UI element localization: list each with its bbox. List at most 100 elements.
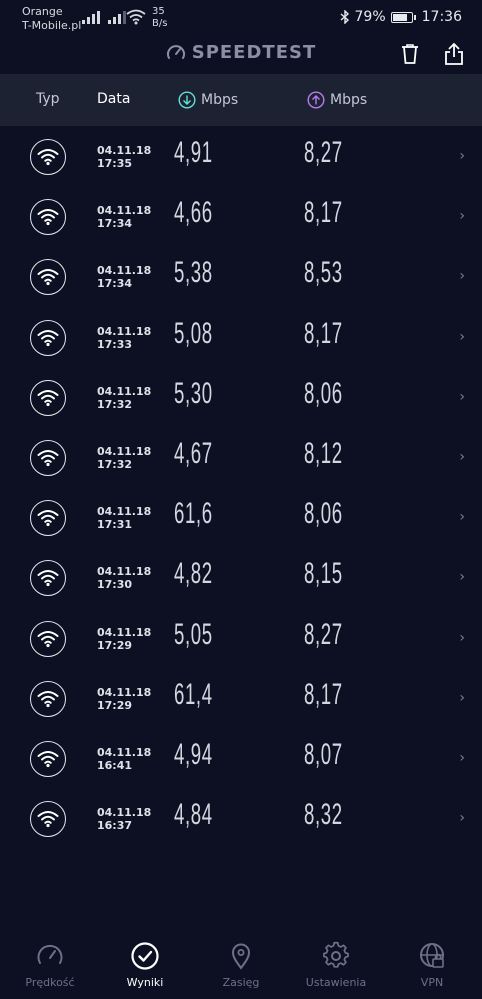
nav-results[interactable]: Wyniki xyxy=(97,940,193,989)
result-time: 17:34 xyxy=(97,217,133,231)
wifi-icon xyxy=(30,139,66,175)
column-download-label: Mbps xyxy=(201,92,239,108)
nav-settings[interactable]: Ustawienia xyxy=(288,940,384,989)
result-datetime: 04.11.18 17:29 xyxy=(97,626,151,652)
result-time: 17:33 xyxy=(97,337,133,351)
download-value: 4,82 xyxy=(174,557,213,591)
result-time: 17:29 xyxy=(97,638,133,652)
wifi-icon xyxy=(30,740,66,777)
wifi-icon xyxy=(30,379,66,416)
app-title-text: SPEEDTEST xyxy=(191,42,317,63)
bluetooth-icon xyxy=(340,10,349,24)
upload-value: 8,15 xyxy=(304,557,343,591)
wifi-status-icon xyxy=(126,9,146,25)
gear-icon xyxy=(323,941,349,968)
result-row[interactable]: 04.11.18 17:35 4,91 8,27 › xyxy=(0,126,482,186)
download-value: 4,66 xyxy=(174,196,213,230)
battery-percent: 79% xyxy=(354,9,386,25)
speedometer-icon xyxy=(37,944,63,964)
result-datetime: 04.11.18 16:41 xyxy=(97,746,151,772)
upload-value: 8,53 xyxy=(304,256,343,290)
network-speed-indicator: 35 B/s xyxy=(152,6,167,30)
wifi-icon xyxy=(30,319,66,356)
result-row[interactable]: 04.11.18 17:34 5,38 8,53 › xyxy=(0,246,482,306)
wifi-icon xyxy=(30,259,66,296)
result-datetime: 04.11.18 17:34 xyxy=(97,264,151,290)
upload-value: 8,17 xyxy=(304,316,343,350)
nav-coverage-label: Zasięg xyxy=(222,976,260,989)
wifi-icon xyxy=(30,199,66,236)
nav-coverage[interactable]: Zasięg xyxy=(193,940,289,989)
nav-settings-label: Ustawienia xyxy=(305,976,367,989)
share-icon[interactable] xyxy=(442,42,466,66)
chevron-right-icon: › xyxy=(459,629,465,646)
result-date: 04.11.18 xyxy=(97,384,152,398)
result-row[interactable]: 04.11.18 17:32 4,67 8,12 › xyxy=(0,427,482,487)
checkmark-circle-icon xyxy=(131,942,159,970)
chevron-right-icon: › xyxy=(459,208,465,225)
download-value: 4,67 xyxy=(174,436,213,470)
result-date: 04.11.18 xyxy=(97,745,152,759)
result-row[interactable]: 04.11.18 17:34 4,66 8,17 › xyxy=(0,186,482,246)
nav-vpn-label: VPN xyxy=(420,976,444,989)
column-date[interactable]: Data xyxy=(97,91,130,107)
result-row[interactable]: 04.11.18 17:31 61,6 8,06 › xyxy=(0,487,482,547)
result-time: 17:31 xyxy=(97,518,133,532)
column-upload[interactable]: Mbps xyxy=(307,91,367,109)
speedometer-logo-icon xyxy=(166,44,185,59)
result-time: 17:30 xyxy=(97,578,133,592)
nav-speed[interactable]: Prędkość xyxy=(2,940,98,989)
download-value: 4,94 xyxy=(174,737,213,771)
result-date: 04.11.18 xyxy=(97,144,152,157)
result-row[interactable]: 04.11.18 17:32 5,30 8,06 › xyxy=(0,367,482,427)
signal-2-icon xyxy=(108,10,126,24)
result-time: 17:32 xyxy=(97,457,133,471)
wifi-icon xyxy=(30,560,66,597)
result-row[interactable]: 04.11.18 17:29 5,05 8,27 › xyxy=(0,608,482,668)
column-type[interactable]: Typ xyxy=(36,91,60,107)
wifi-icon xyxy=(30,439,66,476)
result-datetime: 04.11.18 17:31 xyxy=(97,505,151,531)
result-date: 04.11.18 xyxy=(97,444,152,458)
column-type-label: Typ xyxy=(36,91,60,107)
result-datetime: 04.11.18 17:32 xyxy=(97,385,151,411)
chevron-right-icon: › xyxy=(459,328,465,345)
result-row[interactable]: 04.11.18 17:29 61,4 8,17 › xyxy=(0,668,482,728)
globe-lock-icon xyxy=(420,943,444,968)
upload-value: 8,27 xyxy=(304,136,343,169)
chevron-right-icon: › xyxy=(459,509,465,526)
result-date: 04.11.18 xyxy=(97,324,152,338)
result-time: 16:37 xyxy=(97,819,133,833)
nav-vpn[interactable]: VPN xyxy=(384,940,480,989)
result-row[interactable]: 04.11.18 17:30 4,82 8,15 › xyxy=(0,547,482,607)
chevron-right-icon: › xyxy=(459,268,465,285)
trash-icon[interactable] xyxy=(398,42,422,66)
chevron-right-icon: › xyxy=(459,148,465,164)
nav-results-label: Wyniki xyxy=(126,976,164,989)
upload-value: 8,17 xyxy=(304,196,343,230)
chevron-right-icon: › xyxy=(459,689,465,706)
result-row[interactable]: 04.11.18 16:41 4,94 8,07 › xyxy=(0,728,482,788)
download-arrow-icon xyxy=(178,91,196,109)
result-row[interactable]: 04.11.18 16:37 4,84 8,32 › xyxy=(0,788,482,848)
column-date-label: Data xyxy=(97,91,131,107)
download-value: 61,4 xyxy=(174,677,213,711)
download-value: 4,84 xyxy=(174,798,213,832)
download-value: 5,08 xyxy=(174,316,213,350)
download-value: 4,91 xyxy=(174,136,213,169)
result-time: 17:32 xyxy=(97,397,133,411)
result-time: 16:41 xyxy=(97,758,133,772)
wifi-icon xyxy=(30,500,66,537)
result-time: 17:29 xyxy=(97,698,133,712)
download-value: 5,05 xyxy=(174,617,213,651)
result-time: 17:35 xyxy=(97,157,133,170)
column-download[interactable]: Mbps xyxy=(178,91,238,109)
result-date: 04.11.18 xyxy=(97,505,152,519)
result-date: 04.11.18 xyxy=(97,204,152,218)
result-datetime: 04.11.18 17:30 xyxy=(97,565,151,591)
network-speed-value: 35 xyxy=(152,6,165,17)
upload-value: 8,27 xyxy=(304,617,343,651)
chevron-right-icon: › xyxy=(459,448,465,465)
results-list: 04.11.18 17:35 4,91 8,27 › 04.11.18 17:34 4,66 8… xyxy=(0,126,482,848)
result-row[interactable]: 04.11.18 17:33 5,08 8,17 › xyxy=(0,307,482,367)
